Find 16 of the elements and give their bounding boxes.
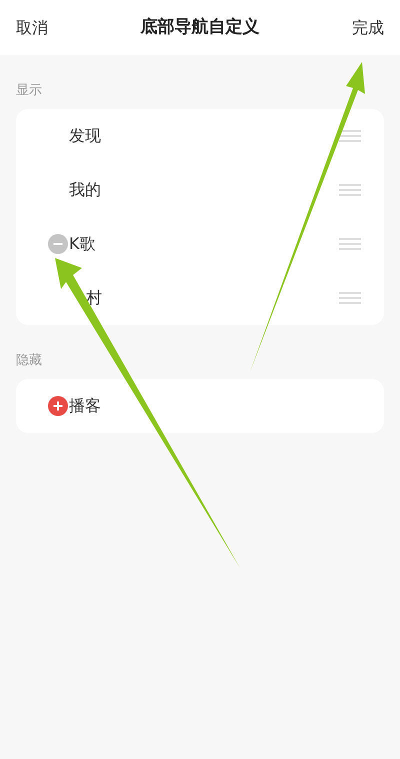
drag-handle-icon[interactable] bbox=[338, 292, 362, 304]
cancel-button[interactable]: 取消 bbox=[16, 16, 48, 40]
nav-item-label: K歌 bbox=[69, 233, 96, 255]
section-label: 显示 bbox=[16, 83, 42, 98]
drag-handle-icon[interactable] bbox=[338, 238, 362, 250]
plus-circle-icon[interactable] bbox=[48, 396, 68, 416]
nav-item-label: 播客 bbox=[69, 395, 101, 417]
nav-item-label: 发现 bbox=[69, 125, 101, 147]
minus-circle-icon[interactable] bbox=[48, 234, 68, 254]
drag-handle-icon[interactable] bbox=[338, 130, 362, 142]
drag-handle-icon[interactable] bbox=[338, 184, 362, 196]
nav-item-label: 村 bbox=[86, 287, 102, 309]
done-button[interactable]: 完成 bbox=[352, 16, 384, 40]
page-title: 底部导航自定义 bbox=[140, 16, 260, 39]
section-label: 隐藏 bbox=[16, 353, 42, 368]
nav-item-label: 我的 bbox=[69, 179, 101, 201]
